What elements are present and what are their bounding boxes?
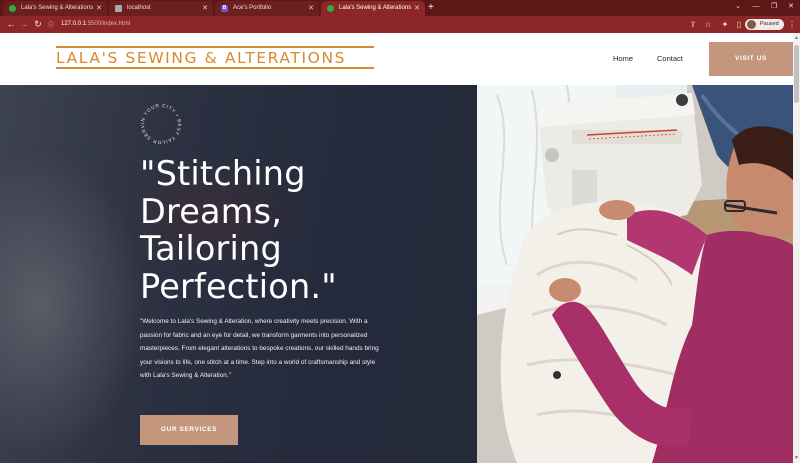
address-bar[interactable]: ⓘ 127.0.0.1:5500/index.html <box>48 18 674 31</box>
close-icon[interactable]: ✕ <box>414 1 420 16</box>
new-tab-plus-icon[interactable]: + <box>428 1 434 15</box>
hero-background: IN YOUR CITY • BEST TAILOR SERVICE • "St… <box>0 85 477 463</box>
hero-title: "Stitching Dreams, Tailoring Perfection.… <box>140 155 337 305</box>
visit-us-button[interactable]: VISIT US <box>709 42 793 76</box>
page-icon <box>115 5 122 12</box>
badge-ring: IN YOUR CITY • BEST TAILOR SERVICE • <box>138 101 182 145</box>
tab-portfolio[interactable]: B Ace's Portfolio ✕ <box>215 1 319 16</box>
tab-lalas-1[interactable]: Lala's Sewing & Alterations ✕ <box>3 1 107 16</box>
title-line: Tailoring <box>140 229 282 268</box>
site-logo[interactable]: Lala's Sewing & Alterations <box>56 49 346 67</box>
check-circle-icon <box>327 5 334 12</box>
badge-text: IN YOUR CITY • BEST TAILOR SERVICE • <box>138 101 181 145</box>
info-icon: ⓘ <box>48 23 55 29</box>
avatar <box>747 20 756 29</box>
reload-icon[interactable]: ↻ <box>32 18 44 31</box>
tab-title: Ace's Portfolio <box>233 5 272 11</box>
tab-strip: Lala's Sewing & Alterations ✕ localhost … <box>0 0 800 16</box>
forward-arrow-icon[interactable]: → <box>18 18 30 31</box>
hero-intro: "Welcome to Lala's Sewing & Alteration, … <box>140 318 379 379</box>
side-panel-icon[interactable]: ▯ <box>733 18 745 31</box>
tab-localhost[interactable]: localhost ✕ <box>109 1 213 16</box>
hero-photo <box>477 85 793 463</box>
tab-lalas-active[interactable]: Lala's Sewing & Alterations ✕ <box>321 1 425 16</box>
close-icon[interactable]: ✕ <box>202 1 208 16</box>
scrollbar-thumb[interactable] <box>794 45 799 103</box>
profile-button[interactable]: Paused <box>745 19 784 30</box>
star-icon[interactable]: ☆ <box>702 18 714 31</box>
nav-home[interactable]: Home <box>613 54 633 63</box>
page-viewport: Lala's Sewing & Alterations Home Contact… <box>0 33 800 463</box>
url-text: 127.0.0.1:5500/index.html <box>61 21 131 27</box>
site-header: Lala's Sewing & Alterations Home Contact… <box>0 33 793 85</box>
close-icon[interactable]: ✕ <box>96 1 102 16</box>
scroll-down-arrow-icon[interactable]: ▼ <box>794 455 799 461</box>
profile-status: Paused <box>760 21 779 27</box>
bootstrap-icon: B <box>221 5 228 12</box>
tab-title: Lala's Sewing & Alterations <box>339 5 412 11</box>
window-close-icon[interactable]: ✕ <box>782 0 800 16</box>
tab-title: Lala's Sewing & Alterations <box>21 5 94 11</box>
logo-rule-bottom <box>56 67 374 69</box>
minimize-icon[interactable]: — <box>747 0 765 16</box>
logo-rule-top <box>56 46 374 48</box>
page-scrollbar[interactable]: ▲ ▼ <box>793 33 800 463</box>
check-circle-icon <box>9 5 16 12</box>
svg-text:IN YOUR CITY • BEST TAILOR SER: IN YOUR CITY • BEST TAILOR SERVICE • <box>138 101 182 145</box>
title-line: "Stitching <box>140 154 306 193</box>
back-arrow-icon[interactable]: ← <box>5 18 17 31</box>
title-line: Perfection." <box>140 266 337 306</box>
extensions-puzzle-icon[interactable]: ✦ <box>719 18 731 31</box>
close-icon[interactable]: ✕ <box>308 1 314 16</box>
restore-icon[interactable]: ❐ <box>765 0 783 16</box>
our-services-button[interactable]: OUR SERVICES <box>140 415 238 445</box>
seamstress-sewing-illustration <box>477 85 793 463</box>
share-icon[interactable]: ⇪ <box>687 18 699 31</box>
tab-title: localhost <box>127 5 151 11</box>
title-line: Dreams, <box>140 191 283 231</box>
nav-contact[interactable]: Contact <box>657 54 683 63</box>
kebab-menu-icon[interactable]: ⋮ <box>786 18 798 31</box>
chevron-down-icon[interactable]: ⌄ <box>729 0 747 16</box>
scroll-up-arrow-icon[interactable]: ▲ <box>794 35 799 41</box>
browser-toolbar: ← → ↻ ⓘ 127.0.0.1:5500/index.html ⇪ ☆ ✦ … <box>0 16 800 33</box>
hero-section: IN YOUR CITY • BEST TAILOR SERVICE • "St… <box>0 85 793 463</box>
